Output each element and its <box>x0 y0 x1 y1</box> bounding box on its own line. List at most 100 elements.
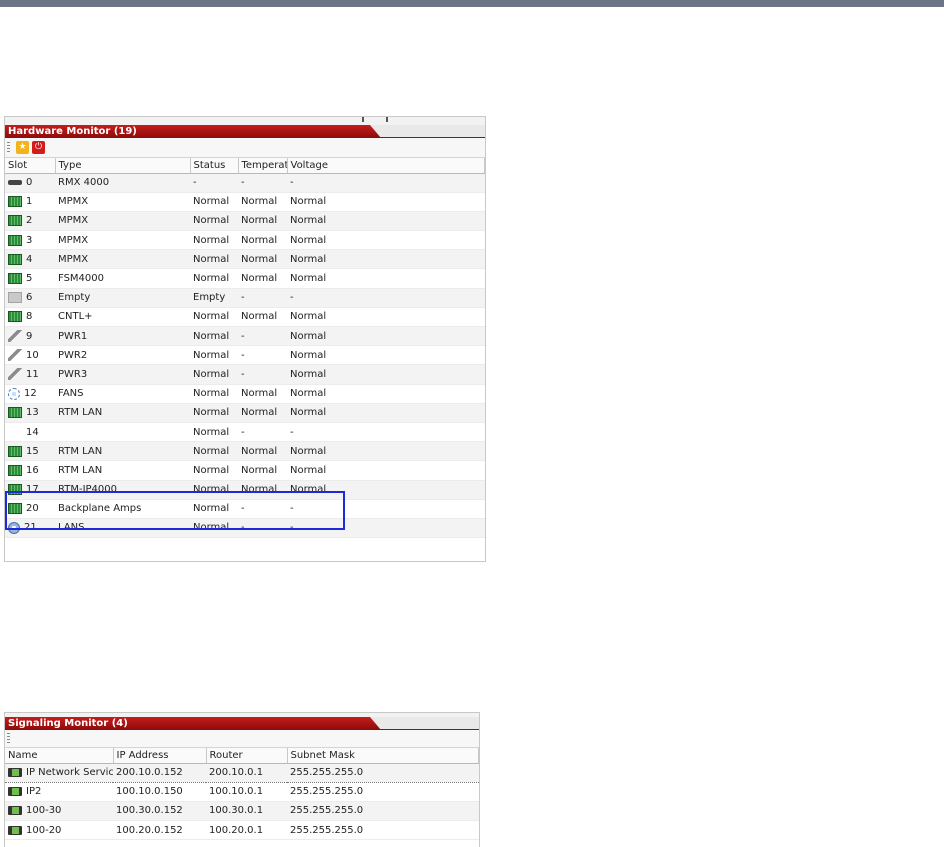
column-header[interactable]: Type <box>55 158 191 174</box>
service-name: IP Network Servic <box>26 767 113 779</box>
subnet-mask-cell: 255.255.255.0 <box>287 820 479 841</box>
table-row[interactable]: 8 CNTL+ Normal Normal Normal <box>5 307 485 328</box>
name-cell: 100-30 <box>5 801 113 822</box>
type-cell: MPMX <box>55 211 190 232</box>
network-service-icon <box>8 825 22 835</box>
card-icon <box>8 484 22 496</box>
table-row[interactable]: 5 FSM4000 Normal Normal Normal <box>5 268 485 289</box>
table-row[interactable]: 21 LANS Normal - - <box>5 518 485 539</box>
slot-cell-content: 21 <box>8 521 55 534</box>
card-icon <box>8 311 22 323</box>
slot-cell: 15 <box>5 441 55 462</box>
signaling-monitor-toolbar <box>5 730 479 748</box>
ip-address-cell: 100.20.0.152 <box>113 820 206 841</box>
table-row[interactable]: 0 RMX 4000- - - <box>5 173 485 193</box>
table-row[interactable]: 100-30 100.30.0.152 100.30.0.1 255.255.255.… <box>5 801 479 822</box>
voltage-cell: Normal <box>287 249 485 270</box>
lans-icon <box>8 521 20 534</box>
slot-cell-content: 8 <box>8 311 55 323</box>
voltage-cell: - <box>287 518 485 539</box>
name-cell-content: 100-20 <box>8 825 113 836</box>
type-cell: Backplane Amps <box>55 499 190 519</box>
network-service-icon <box>8 768 22 778</box>
table-row[interactable]: 20 Backplane Amps Normal - - <box>5 499 485 519</box>
type-cell: PWR1 <box>55 326 190 347</box>
slot-number: 13 <box>26 407 39 419</box>
type-cell: RTM LAN <box>55 441 190 462</box>
voltage-cell: Normal <box>287 307 485 328</box>
slot-number: 20 <box>26 503 39 515</box>
name-cell: IP Network Servic <box>5 762 113 783</box>
table-row[interactable]: 100-20 100.20.0.152 100.20.0.1 255.255.255.… <box>5 820 479 841</box>
slot-cell-content: 10 <box>8 349 55 362</box>
temperature-cell: Normal <box>238 192 287 212</box>
splitter-tick <box>386 117 388 122</box>
table-row[interactable]: 17 RTM-IP4000 Normal Normal Normal <box>5 480 485 500</box>
name-cell-content: IP2 <box>8 786 113 797</box>
table-row[interactable]: 12 FANS Normal Normal Normal <box>5 384 485 404</box>
status-cell: Normal <box>190 441 238 462</box>
column-header[interactable]: Voltage <box>287 158 485 174</box>
column-header[interactable]: Slot <box>5 158 56 174</box>
table-row[interactable]: 16 RTM LAN Normal Normal Normal <box>5 460 485 481</box>
toolbar-grip[interactable] <box>7 732 10 745</box>
table-row[interactable]: 3 MPMX Normal Normal Normal <box>5 230 485 251</box>
slot-cell: 2 <box>5 211 55 232</box>
temperature-cell: Normal <box>238 441 287 462</box>
voltage-cell: Normal <box>287 230 485 251</box>
voltage-cell: Normal <box>287 460 485 481</box>
ip-address-cell: 200.10.0.152 <box>113 762 206 783</box>
status-cell: Normal <box>190 422 238 443</box>
status-cell: Normal <box>190 480 238 500</box>
power-icon[interactable]: ⏻ <box>32 141 45 154</box>
table-row[interactable]: 15 RTM LAN Normal Normal Normal <box>5 441 485 462</box>
slot-number: 3 <box>26 234 33 246</box>
slot-number: 9 <box>26 330 33 342</box>
table-row[interactable]: 6 Empty Empty - - <box>5 288 485 308</box>
type-cell: FANS <box>55 384 190 404</box>
slot-cell: 3 <box>5 230 55 251</box>
voltage-cell: - <box>287 288 485 308</box>
router-cell: 200.10.0.1 <box>206 762 287 783</box>
toolbar-grip[interactable] <box>7 141 10 154</box>
signaling-monitor-titlebar: Signaling Monitor (4) <box>5 717 479 730</box>
voltage-cell: Normal <box>287 480 485 500</box>
table-row[interactable]: 1 MPMX Normal Normal Normal <box>5 192 485 212</box>
card-icon <box>8 196 22 208</box>
star-icon[interactable]: ★ <box>16 141 29 154</box>
voltage-cell: Normal <box>287 403 485 423</box>
column-header[interactable]: IP Address <box>113 748 207 764</box>
slot-cell: 8 <box>5 307 55 328</box>
column-header[interactable]: Router <box>206 748 288 764</box>
column-header[interactable]: Name <box>5 748 114 764</box>
card-icon <box>8 234 22 246</box>
table-row[interactable]: 13 RTM LAN Normal Normal Normal <box>5 403 485 423</box>
table-row[interactable]: 10 PWR2 Normal - Normal <box>5 345 485 366</box>
column-header[interactable]: Status <box>190 158 239 174</box>
temperature-cell: - <box>238 518 287 539</box>
slot-cell: 1 <box>5 192 55 212</box>
table-row[interactable]: 2 MPMX Normal Normal Normal <box>5 211 485 232</box>
table-row[interactable]: IP2 100.10.0.150 100.10.0.1 255.255.255.0 <box>5 782 479 802</box>
slot-cell-content: 3 <box>8 234 55 246</box>
service-name: 100-30 <box>26 805 62 817</box>
status-cell: Normal <box>190 211 238 232</box>
slot-cell: 5 <box>5 268 55 289</box>
table-row[interactable]: 14 Normal - - <box>5 422 485 443</box>
table-row[interactable]: 9 PWR1 Normal - Normal <box>5 326 485 347</box>
panel-top-strip <box>5 117 485 125</box>
slot-number: 5 <box>26 273 33 285</box>
voltage-cell: Normal <box>287 211 485 232</box>
column-header[interactable]: Subnet Mask <box>287 748 479 764</box>
table-row[interactable]: 11 PWR3 Normal - Normal <box>5 364 485 385</box>
column-header[interactable]: Temperat <box>238 158 288 174</box>
table-header-row: Slot Type Status Temperat Voltage <box>5 158 485 174</box>
table-header-row: Name IP Address Router Subnet Mask <box>5 748 479 764</box>
status-cell: Normal <box>190 307 238 328</box>
table-row[interactable]: IP Network Servic 200.10.0.152 200.10.0.1 2… <box>5 762 479 783</box>
table-row[interactable]: 4 MPMX Normal Normal Normal <box>5 249 485 270</box>
type-cell: RTM-IP4000 <box>55 480 190 500</box>
plug-icon <box>8 368 22 381</box>
hardware-table-body: 0 RMX 4000- - -1 MPMX Normal Normal Normal 2 MPMX… <box>5 173 485 539</box>
slot-cell: 0 <box>5 173 55 193</box>
